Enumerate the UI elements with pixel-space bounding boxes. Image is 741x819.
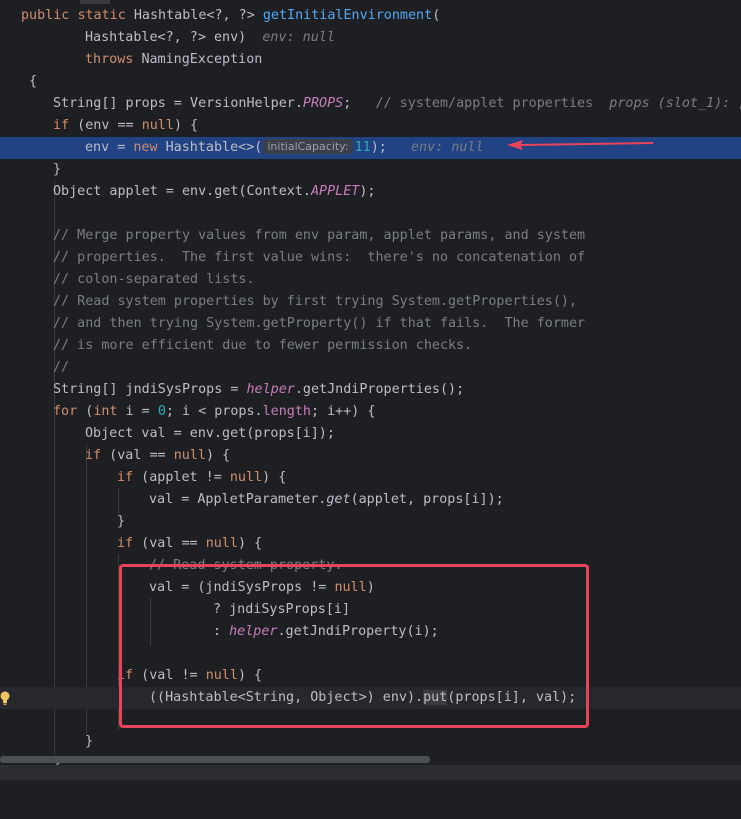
- bottom-panel-edge: [0, 765, 741, 780]
- code-text: ; i++) {: [311, 404, 376, 419]
- code-text: String[] props = VersionHelper.: [53, 96, 303, 111]
- code-text: .getJndiProperties();: [294, 382, 465, 397]
- debug-inline-value: env: null: [262, 30, 335, 45]
- punct: ) {: [237, 536, 263, 551]
- punct: (: [432, 8, 441, 23]
- punct: ) {: [173, 118, 199, 133]
- method-name: getInitialEnvironment: [262, 8, 433, 23]
- arrow-annotation: [507, 140, 653, 150]
- code-text: (val ==: [101, 448, 174, 463]
- code-line[interactable]: // is more efficient due to fewer permis…: [0, 335, 741, 357]
- code-text: env =: [85, 140, 134, 155]
- code-line[interactable]: // colon-separated lists.: [0, 269, 741, 291]
- horizontal-scrollbar[interactable]: [0, 756, 430, 763]
- tab-indicator: [80, 0, 110, 4]
- code-line[interactable]: // Read system properties by first tryin…: [0, 291, 741, 313]
- code-line[interactable]: // Merge property values from env param,…: [0, 225, 741, 247]
- code-line[interactable]: if (env == null) {: [0, 115, 741, 137]
- code-line[interactable]: //: [0, 357, 741, 379]
- param: Hashtable<?, ?> env): [85, 30, 247, 45]
- keyword: public: [21, 8, 70, 23]
- code-text: val = AppletParameter.: [149, 492, 327, 507]
- comment: // Merge property values from env param,…: [53, 228, 586, 243]
- keyword: null: [173, 448, 206, 463]
- code-line[interactable]: if (val == null) {: [0, 533, 741, 555]
- comment: // and then trying System.getProperty() …: [53, 316, 586, 331]
- code-editor[interactable]: public static Hashtable<?, ?> getInitial…: [0, 0, 741, 780]
- brace: }: [85, 734, 94, 749]
- code-text: (applet !=: [133, 470, 230, 485]
- keyword: throws: [85, 52, 134, 67]
- code-text: (applet, props[i]);: [350, 492, 504, 507]
- comment: //: [53, 360, 70, 375]
- code-line[interactable]: {: [0, 71, 741, 93]
- code-line[interactable]: val = AppletParameter.get(applet, props[…: [0, 489, 741, 511]
- keyword: new: [133, 140, 158, 155]
- annotation-box: [119, 564, 589, 728]
- keyword: if: [117, 470, 134, 485]
- code-line[interactable]: if (applet != null) {: [0, 467, 741, 489]
- code-text: ; i < props.: [165, 404, 263, 419]
- code-line[interactable]: throws NamingException: [0, 49, 741, 71]
- parameter-hint: initialCapacity:: [263, 139, 353, 154]
- code-line[interactable]: }: [0, 731, 741, 753]
- static-field: PROPS: [302, 96, 344, 111]
- punct: );: [359, 184, 376, 199]
- keyword: if: [117, 536, 134, 551]
- code-text: String[] jndiSysProps =: [53, 382, 247, 397]
- code-text: (val ==: [133, 536, 206, 551]
- number: 11: [354, 140, 371, 155]
- code-line[interactable]: for (int i = 0; i < props.length; i++) {: [0, 401, 741, 423]
- code-line[interactable]: // and then trying System.getProperty() …: [0, 313, 741, 335]
- exception-type: NamingException: [141, 52, 263, 67]
- keyword: null: [205, 536, 238, 551]
- punct: ) {: [205, 448, 231, 463]
- code-text: Object applet = env.get(Context.: [53, 184, 311, 199]
- brace: }: [53, 162, 62, 177]
- keyword: if: [85, 448, 102, 463]
- brace: }: [117, 514, 126, 529]
- code-line[interactable]: Object val = env.get(props[i]);: [0, 423, 741, 445]
- comment: // colon-separated lists.: [53, 272, 255, 287]
- code-text: (env ==: [69, 118, 142, 133]
- code-line[interactable]: String[] props = VersionHelper.PROPS; //…: [0, 93, 741, 115]
- punct: (: [77, 404, 94, 419]
- code-line[interactable]: Object applet = env.get(Context.APPLET);: [0, 181, 741, 203]
- brace: {: [29, 74, 38, 89]
- keyword: int: [93, 404, 118, 419]
- code-line[interactable]: String[] jndiSysProps = helper.getJndiPr…: [0, 379, 741, 401]
- punct: ;: [343, 96, 352, 111]
- keyword: static: [77, 8, 126, 23]
- code-line[interactable]: }: [0, 159, 741, 181]
- code-text: i =: [117, 404, 158, 419]
- keyword: if: [53, 118, 70, 133]
- punct: );: [370, 140, 387, 155]
- keyword: null: [141, 118, 174, 133]
- keyword: null: [229, 470, 263, 485]
- code-line[interactable]: if (val == null) {: [0, 445, 741, 467]
- keyword: for: [53, 404, 78, 419]
- code-text: Object val = env.get(props[i]);: [85, 426, 335, 441]
- code-line[interactable]: // properties. The first value wins: the…: [0, 247, 741, 269]
- type: Hashtable<?, ?>: [133, 8, 255, 23]
- static-method: get: [326, 492, 351, 507]
- debug-inline-value: props (slot_1): [: [609, 96, 741, 111]
- code-line[interactable]: Hashtable<?, ?> env) env: null: [0, 27, 741, 49]
- comment: // is more efficient due to fewer permis…: [53, 338, 473, 353]
- comment: // properties. The first value wins: the…: [53, 250, 586, 265]
- punct: ) {: [262, 470, 287, 485]
- comment: // system/applet properties: [375, 96, 594, 111]
- field: helper: [246, 382, 295, 397]
- lightbulb-icon[interactable]: [0, 690, 10, 706]
- debug-inline-value: env: null: [411, 140, 484, 155]
- static-field: APPLET: [310, 184, 360, 199]
- field: length: [262, 404, 311, 419]
- code-line[interactable]: }: [0, 511, 741, 533]
- code-line[interactable]: public static Hashtable<?, ?> getInitial…: [0, 5, 741, 27]
- code-text: Hashtable<>(: [157, 140, 263, 155]
- comment: // Read system properties by first tryin…: [53, 294, 578, 309]
- number: 0: [157, 404, 166, 419]
